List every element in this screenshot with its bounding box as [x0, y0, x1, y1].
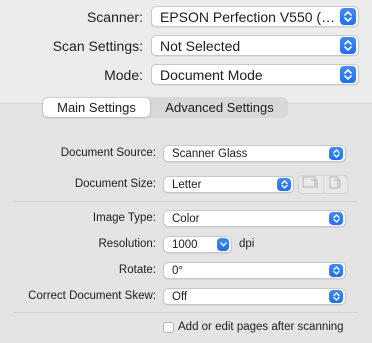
chevron-up-down-icon — [329, 264, 343, 277]
image-type-value: Color — [172, 212, 200, 225]
correct-skew-value: Off — [172, 290, 188, 303]
image-type-popup[interactable]: Color — [163, 210, 346, 227]
settings-tab-control: Main Settings Advanced Settings — [42, 97, 288, 118]
document-source-value: Scanner Glass — [172, 147, 248, 160]
chevron-up-down-icon — [329, 290, 343, 303]
rotate-label: Rotate: — [118, 264, 156, 276]
chevron-down-icon[interactable] — [217, 238, 229, 251]
portrait-icon — [302, 176, 320, 194]
document-source-popup[interactable]: Scanner Glass — [163, 145, 346, 162]
tab-main-settings[interactable]: Main Settings — [43, 98, 150, 117]
scanner-popup[interactable]: EPSON Perfection V550 (USB) — [151, 6, 359, 27]
document-size-popup[interactable]: Letter — [163, 176, 294, 193]
correct-skew-popup[interactable]: Off — [163, 288, 346, 305]
chevron-up-down-icon — [277, 178, 291, 191]
resolution-unit: dpi — [239, 238, 255, 250]
portrait-button[interactable] — [299, 176, 323, 193]
scan-settings-value: Not Selected — [160, 37, 241, 54]
chevron-up-down-icon — [329, 147, 343, 160]
divider — [14, 201, 358, 202]
add-pages-checkbox[interactable] — [163, 322, 174, 333]
scanner-label: Scanner: — [86, 9, 143, 25]
chevron-up-down-icon — [340, 8, 356, 25]
resolution-value[interactable]: 1000 — [164, 239, 217, 251]
rotate-value: 0° — [172, 264, 183, 277]
orientation-control — [298, 175, 348, 194]
landscape-button[interactable] — [322, 176, 348, 194]
image-type-label: Image Type: — [92, 212, 156, 224]
divider — [14, 312, 358, 313]
correct-skew-label: Correct Document Skew: — [28, 290, 156, 302]
document-size-value: Letter — [172, 178, 202, 191]
mode-label: Mode: — [104, 67, 143, 83]
chevron-up-down-icon — [340, 66, 356, 83]
scanner-value: EPSON Perfection V550 (USB) — [160, 8, 340, 25]
mode-popup[interactable]: Document Mode — [151, 64, 359, 85]
rotate-popup[interactable]: 0° — [163, 262, 346, 279]
document-source-label: Document Source: — [60, 147, 156, 159]
mode-value: Document Mode — [160, 66, 263, 83]
chevron-up-down-icon — [340, 37, 356, 54]
landscape-icon — [328, 176, 342, 194]
tab-advanced-settings[interactable]: Advanced Settings — [151, 97, 288, 118]
scan-settings-popup[interactable]: Not Selected — [151, 35, 359, 56]
document-size-label: Document Size: — [74, 178, 156, 190]
scan-settings-label: Scan Settings: — [52, 38, 143, 54]
resolution-label: Resolution: — [98, 238, 156, 250]
chevron-up-down-icon — [329, 212, 343, 225]
resolution-combo[interactable]: 1000 — [163, 236, 232, 253]
add-pages-label[interactable]: Add or edit pages after scanning — [178, 321, 344, 333]
